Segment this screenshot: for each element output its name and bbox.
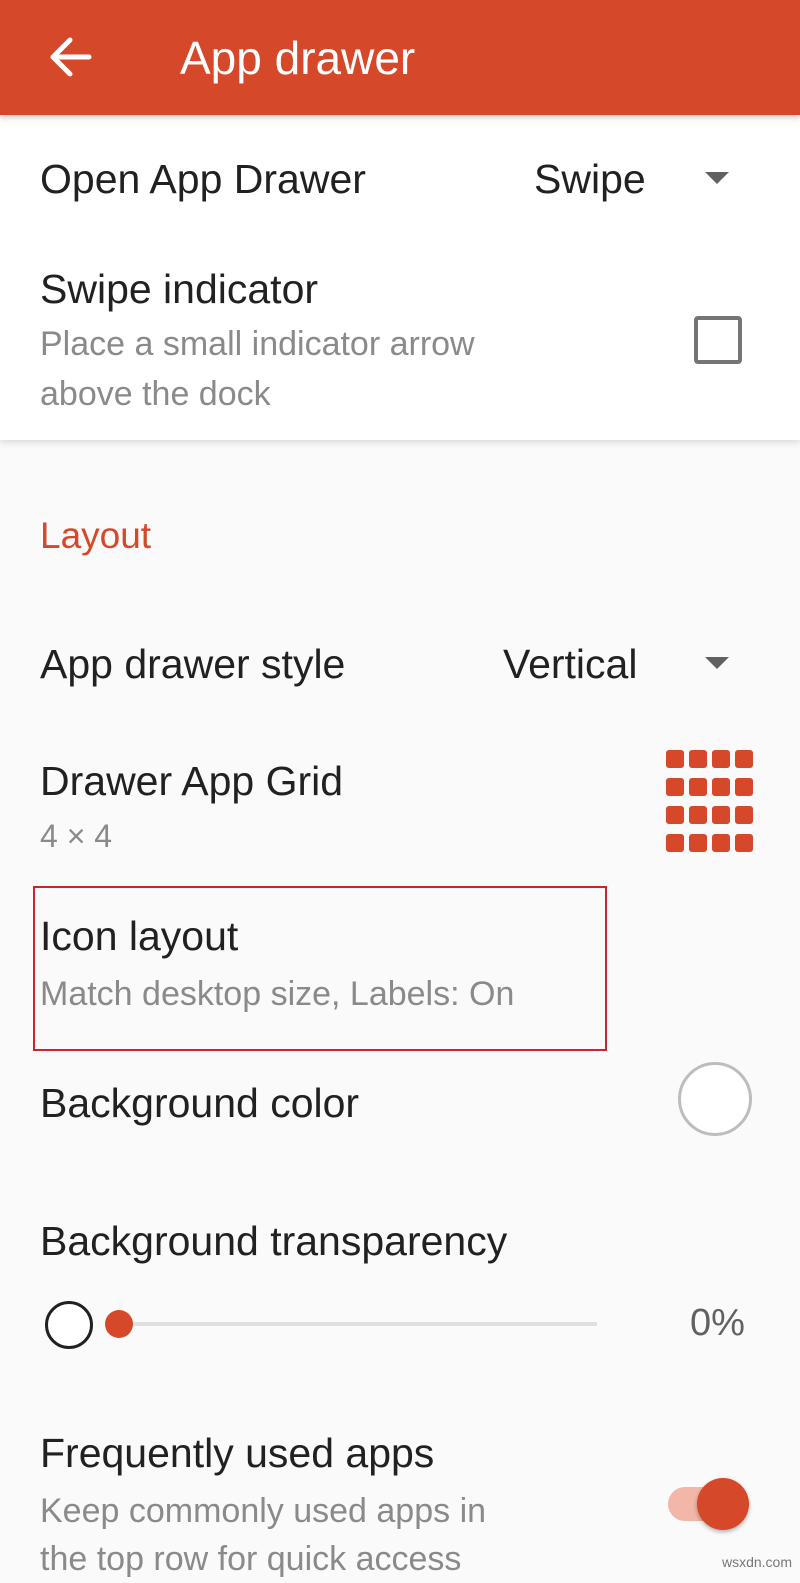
dropdown-arrow-icon — [705, 172, 729, 184]
transparency-slider-thumb[interactable] — [105, 1310, 133, 1338]
toggle-thumb[interactable] — [697, 1478, 749, 1530]
open-app-drawer-label: Open App Drawer — [40, 156, 366, 202]
color-swatch[interactable] — [678, 1062, 752, 1136]
background-color-label: Background color — [40, 1080, 360, 1126]
swipe-indicator-description-line2: above the dock — [40, 375, 271, 413]
background-transparency-label: Background transparency — [40, 1218, 508, 1264]
frequently-used-apps-description-line1: Keep commonly used apps in — [40, 1492, 487, 1530]
drawer-app-grid-value: 4 × 4 — [40, 818, 113, 854]
arrow-back-icon — [50, 37, 92, 77]
app-drawer-style-value: Vertical — [503, 641, 638, 687]
transparency-slider-track[interactable] — [110, 1322, 597, 1326]
app-drawer-style-label: App drawer style — [40, 641, 346, 687]
open-app-drawer-setting[interactable]: Open App Drawer Swipe — [0, 130, 800, 230]
swipe-indicator-setting[interactable]: Swipe indicator Place a small indicator … — [0, 250, 800, 430]
watermark: wsxdn.com — [721, 1554, 792, 1570]
page-title: App drawer — [180, 32, 416, 84]
background-transparency-setting: Background transparency — [0, 1200, 800, 1280]
open-app-drawer-value: Swipe — [534, 156, 646, 202]
transparency-value: 0% — [690, 1302, 745, 1344]
app-bar: App drawer — [0, 0, 800, 115]
drawer-app-grid-label: Drawer App Grid — [40, 758, 344, 804]
swipe-indicator-checkbox[interactable] — [694, 316, 742, 364]
transparency-preview-circle — [45, 1301, 93, 1349]
grid-icon — [666, 750, 754, 854]
dropdown-arrow-icon — [705, 657, 729, 669]
layout-section-header: Layout — [40, 515, 152, 556]
back-button[interactable] — [30, 22, 110, 92]
frequently-used-apps-description-line2: the top row for quick access — [40, 1540, 462, 1578]
swipe-indicator-label: Swipe indicator — [40, 266, 319, 312]
highlight-box — [33, 886, 607, 1051]
app-drawer-style-setting[interactable]: App drawer style Vertical — [0, 615, 800, 715]
swipe-indicator-description-line1: Place a small indicator arrow — [40, 325, 475, 363]
frequently-used-apps-label: Frequently used apps — [40, 1430, 435, 1476]
